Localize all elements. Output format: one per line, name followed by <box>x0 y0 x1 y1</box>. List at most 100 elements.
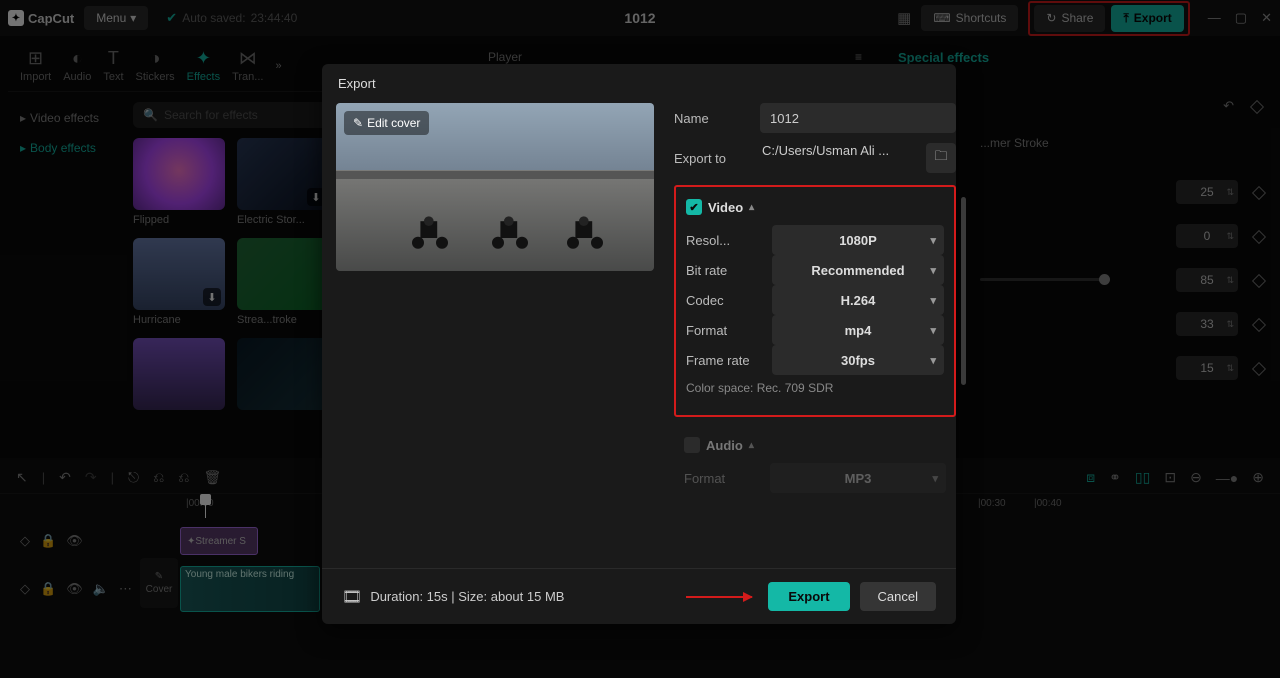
slider[interactable] <box>980 278 1110 281</box>
tab-import[interactable]: ⊞Import <box>20 48 51 83</box>
record-icon[interactable]: ⊡ <box>1164 469 1176 486</box>
value-1[interactable]: 0 <box>1176 224 1238 248</box>
stickers-icon: ◑ <box>150 48 161 69</box>
minimize-icon[interactable]: — <box>1208 10 1221 26</box>
redo-icon[interactable]: ↷ <box>85 469 97 486</box>
close-icon[interactable]: ✕ <box>1261 10 1272 26</box>
codec-select[interactable]: H.264 <box>772 285 944 315</box>
effect-unknown-1[interactable] <box>133 338 225 414</box>
caret-right-icon: ▸ <box>20 111 26 125</box>
split-right-icon[interactable]: ⎌ <box>178 469 189 486</box>
undo-icon[interactable]: ↶ <box>59 469 71 486</box>
pencil-icon: ✎ <box>155 571 163 582</box>
tab-transitions[interactable]: ⋈Tran... <box>232 48 263 83</box>
magnet-icon[interactable]: ⧈ <box>1086 469 1095 486</box>
value-2[interactable]: 85 <box>1176 268 1238 292</box>
tab-text[interactable]: TText <box>103 48 123 83</box>
keyframe-icon[interactable] <box>1252 362 1266 376</box>
keyframe-icon[interactable] <box>1252 318 1266 332</box>
playhead[interactable] <box>205 494 206 518</box>
clip-effect[interactable]: ✦ Streamer S <box>180 527 258 555</box>
sidebar-item-body-effects[interactable]: ▸Body effects <box>14 136 127 160</box>
lock-icon[interactable]: 🔒 <box>40 581 56 597</box>
keyframe-icon[interactable] <box>1250 100 1264 114</box>
effects-sidebar: ▸Video effects ▸Body effects <box>8 102 133 414</box>
value-0[interactable]: 25 <box>1176 180 1238 204</box>
eye-icon[interactable]: 👁 <box>66 533 83 549</box>
diamond-icon[interactable]: ◇ <box>20 533 30 549</box>
export-form: Name Export to C:/Users/Usman Ali ... 🗀 … <box>674 103 956 568</box>
keyframe-icon[interactable] <box>1252 230 1266 244</box>
pointer-tool-icon[interactable]: ↖ <box>16 469 28 486</box>
mute-icon[interactable]: 🔈 <box>93 581 109 597</box>
tab-stickers[interactable]: ◑Stickers <box>136 48 175 83</box>
export-button-top[interactable]: ⤒ Export <box>1111 5 1183 32</box>
project-title: 1012 <box>624 10 655 26</box>
tab-more[interactable]: » <box>275 60 281 72</box>
transitions-icon: ⋈ <box>239 48 257 69</box>
audio-checkbox[interactable] <box>684 437 700 453</box>
scrollbar[interactable] <box>961 197 966 385</box>
check-icon: ✔ <box>166 10 177 26</box>
value-3[interactable]: 33 <box>1176 312 1238 336</box>
zoom-slider-icon[interactable]: —● <box>1216 470 1238 486</box>
share-button[interactable]: ↻ Share <box>1034 5 1105 32</box>
delete-icon[interactable]: 🗑 <box>203 469 221 486</box>
video-checkbox[interactable]: ✔ <box>686 199 702 215</box>
player-menu-icon[interactable]: ≡ <box>855 50 862 64</box>
menu-button[interactable]: Menu ▾ <box>84 6 148 30</box>
eye-icon[interactable]: 👁 <box>66 581 83 597</box>
zoom-in-icon[interactable]: ⊕ <box>1252 469 1264 486</box>
film-icon: 🎞 <box>342 587 362 607</box>
cancel-button[interactable]: Cancel <box>860 582 936 611</box>
value-4[interactable]: 15 <box>1176 356 1238 380</box>
preview-icon[interactable]: ▯▯ <box>1135 469 1150 486</box>
export-path: C:/Users/Usman Ali ... <box>760 143 918 173</box>
link-icon[interactable]: ⚭ <box>1109 469 1121 486</box>
chevron-down-icon: ▾ <box>130 11 136 25</box>
keyframe-icon[interactable] <box>1252 274 1266 288</box>
caret-up-icon[interactable]: ▴ <box>749 440 754 451</box>
shortcuts-button[interactable]: ⌨ Shortcuts <box>921 5 1018 31</box>
caret-right-icon: ▸ <box>20 141 26 155</box>
tab-audio[interactable]: ◐Audio <box>63 48 91 83</box>
format-select[interactable]: mp4 <box>772 315 944 345</box>
more-icon[interactable]: ⋯ <box>119 581 132 597</box>
resolution-select[interactable]: 1080P <box>772 225 944 255</box>
framerate-select[interactable]: 30fps <box>772 345 944 375</box>
diamond-icon[interactable]: ◇ <box>20 581 30 597</box>
effect-electric-storm[interactable]: ⬇Electric Stor... <box>237 138 329 226</box>
bitrate-select[interactable]: Recommended <box>772 255 944 285</box>
autosave-status: ✔ Auto saved: 23:44:40 <box>166 10 297 26</box>
keyframe-icon[interactable] <box>1252 186 1266 200</box>
tab-effects[interactable]: ✦Effects <box>187 48 220 83</box>
video-settings-group: ✔ Video ▴ Resol... 1080P Bit rate Recomm… <box>674 185 956 417</box>
browse-folder-button[interactable]: 🗀 <box>926 143 956 173</box>
effect-hurricane[interactable]: ⬇Hurricane <box>133 238 225 326</box>
edit-cover-button[interactable]: ✎ Edit cover <box>344 111 429 135</box>
caret-up-icon[interactable]: ▴ <box>749 202 754 213</box>
effect-streamer-stroke[interactable]: Strea...troke <box>237 238 329 326</box>
clip-video[interactable]: Young male bikers riding <box>180 566 320 612</box>
sidebar-item-video-effects[interactable]: ▸Video effects <box>14 106 127 130</box>
folder-icon: 🗀 <box>934 147 947 169</box>
zoom-out-icon[interactable]: ⊖ <box>1190 469 1202 486</box>
effect-unknown-2[interactable] <box>237 338 329 414</box>
export-button[interactable]: Export <box>768 582 849 611</box>
undo-icon[interactable]: ↶ <box>1223 98 1234 114</box>
text-icon: T <box>108 48 119 69</box>
player-label: Player <box>488 50 522 64</box>
dialog-footer: 🎞 Duration: 15s | Size: about 15 MB Expo… <box>322 568 956 624</box>
download-icon[interactable]: ⬇ <box>203 288 221 306</box>
layout-icon[interactable]: ▦ <box>897 9 911 27</box>
maximize-icon[interactable]: ▢ <box>1235 10 1247 26</box>
cover-button[interactable]: ✎ Cover <box>140 558 178 608</box>
lock-icon[interactable]: 🔒 <box>40 533 56 549</box>
upload-icon: ⤒ <box>1123 11 1128 26</box>
split-left-icon[interactable]: ⎌ <box>153 469 164 486</box>
split-icon[interactable]: ⎋ <box>128 469 139 486</box>
effect-flipped[interactable]: Flipped <box>133 138 225 226</box>
window-controls: — ▢ ✕ <box>1208 10 1272 26</box>
name-input[interactable] <box>760 103 956 133</box>
color-space-text: Color space: Rec. 709 SDR <box>686 381 944 395</box>
